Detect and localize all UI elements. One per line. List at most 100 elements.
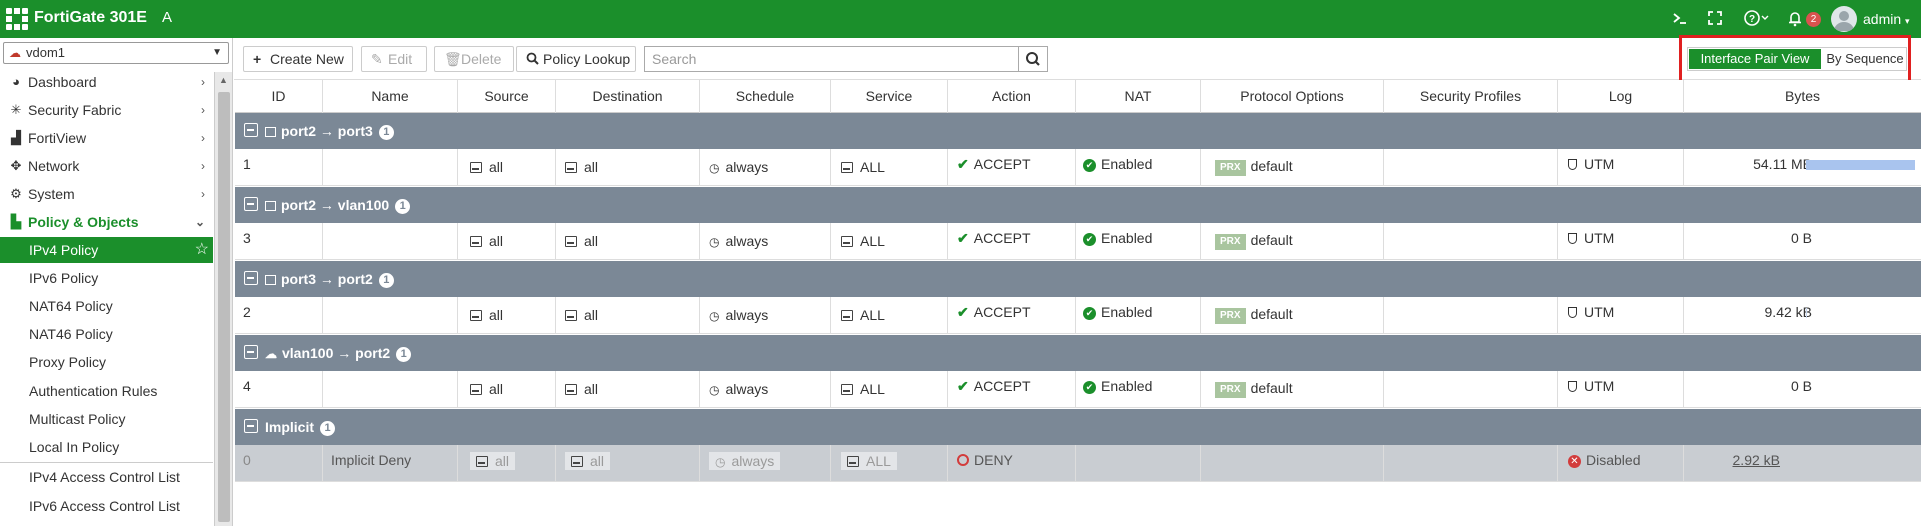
sidebar-item-label: Policy & Objects (28, 214, 139, 230)
cell-destination: all (590, 453, 605, 469)
protocol-options-object[interactable]: PRX default (1215, 232, 1293, 250)
cell-source: all (489, 233, 504, 249)
address-object[interactable]: all (470, 307, 503, 323)
sidebar-item-ipv6-policy[interactable]: IPv6 Policy (0, 265, 213, 291)
vdom-selector[interactable]: ☁ vdom1 ▼ (3, 42, 229, 64)
sidebar-item-ipv4-policy[interactable]: IPv4 Policy ☆ (0, 237, 213, 263)
service-object[interactable]: ALL (841, 452, 897, 470)
schedule-object[interactable]: ◷ always (709, 307, 768, 323)
address-object[interactable]: all (565, 233, 598, 249)
schedule-object[interactable]: ◷ always (709, 381, 768, 397)
cli-console-icon[interactable] (1671, 9, 1689, 29)
collapse-icon[interactable] (244, 123, 258, 137)
delete-button[interactable]: 🗑 Delete (434, 46, 514, 72)
policy-row[interactable]: 4 all all ◷ always ALL ✔ ACCEPT ✔ Enabled PRX defau… (235, 371, 1921, 408)
edit-button[interactable]: ✎ Edit (361, 46, 427, 72)
implicit-deny-row[interactable]: 0 Implicit Deny all all ◷ always ALL DENY ✕ Disab… (235, 445, 1921, 482)
search-button[interactable] (1018, 46, 1048, 72)
schedule-object[interactable]: ◷ always (709, 159, 768, 175)
log-value: UTM (1568, 304, 1614, 320)
header-id[interactable]: ID (235, 80, 323, 113)
header-security-profiles[interactable]: Security Profiles (1384, 80, 1558, 113)
protocol-options-object[interactable]: PRX default (1215, 380, 1293, 398)
check-circle-icon: ✔ (1083, 233, 1096, 246)
device-model: FortiGate 301E (34, 9, 147, 26)
header-service[interactable]: Service (831, 80, 948, 113)
sidebar-item-fortiview[interactable]: ▟ FortiView › (0, 125, 213, 151)
policy-row[interactable]: 3 all all ◷ always ALL ✔ ACCEPT ✔ Enabled PRX defau… (235, 223, 1921, 260)
scroll-up-icon[interactable]: ▲ (219, 75, 228, 85)
sidebar-item-dashboard[interactable]: ◕ Dashboard › (0, 69, 213, 95)
collapse-icon[interactable] (244, 197, 258, 211)
policy-row[interactable]: 1 all all ◷ always ALL ✔ ACCEPT ✔ Enabled PRX defau… (235, 149, 1921, 186)
log-value: UTM (1568, 156, 1614, 172)
sidebar-item-network[interactable]: ✥ Network › (0, 153, 213, 179)
create-new-button[interactable]: + Create New (243, 46, 353, 72)
schedule-object[interactable]: ◷ always (709, 452, 781, 470)
search-input[interactable]: Search (644, 46, 1019, 72)
sidebar-item-multicast-policy[interactable]: Multicast Policy (0, 406, 213, 432)
header-protocol-options[interactable]: Protocol Options (1201, 80, 1384, 113)
address-object[interactable]: all (470, 452, 516, 470)
interface-pair-group-row[interactable]: port2 → port3 1 (235, 113, 1921, 149)
check-icon: ✔ (957, 230, 969, 246)
address-object[interactable]: all (470, 233, 503, 249)
header-action[interactable]: Action (948, 80, 1076, 113)
interface-pair-group-row[interactable]: Implicit 1 (235, 409, 1921, 445)
user-avatar-icon[interactable] (1831, 6, 1857, 32)
sidebar-item-system[interactable]: ⚙ System › (0, 181, 213, 207)
cell-service: ALL (866, 453, 891, 469)
address-object[interactable]: all (565, 159, 598, 175)
collapse-icon[interactable] (244, 419, 258, 433)
service-object[interactable]: ALL (841, 307, 885, 323)
header-log[interactable]: Log (1558, 80, 1684, 113)
sidebar-item-security-fabric[interactable]: ✳ Security Fabric › (0, 97, 213, 123)
sidebar-item-policy-objects[interactable]: ▙ Policy & Objects ⌄ (0, 209, 213, 235)
header-source[interactable]: Source (458, 80, 556, 113)
help-icon[interactable]: ? (1743, 9, 1769, 29)
star-icon[interactable]: ☆ (195, 237, 209, 263)
sidebar-item-nat46-policy[interactable]: NAT46 Policy (0, 321, 213, 347)
sidebar-item-nat64-policy[interactable]: NAT64 Policy (0, 293, 213, 319)
address-object[interactable]: all (565, 307, 598, 323)
policy-lookup-button[interactable]: Policy Lookup (516, 46, 636, 72)
header-schedule[interactable]: Schedule (700, 80, 831, 113)
service-object[interactable]: ALL (841, 159, 885, 175)
interface-pair-group-row[interactable]: port2 → vlan100 1 (235, 187, 1921, 223)
header-nat[interactable]: NAT (1076, 80, 1201, 113)
notification-bell-icon[interactable] (1786, 9, 1804, 29)
sidebar-item-proxy-policy[interactable]: Proxy Policy (0, 349, 213, 375)
scrollbar-thumb[interactable] (218, 92, 230, 522)
cell: Implicit Deny (323, 445, 458, 481)
bytes-usage-bar (1806, 308, 1807, 318)
user-menu[interactable]: admin ▾ (1863, 11, 1910, 27)
protocol-options-object[interactable]: PRX default (1215, 306, 1293, 324)
interface-pair-group-row[interactable]: ☁ vlan100 → port2 1 (235, 335, 1921, 371)
protocol-options-object[interactable]: PRX default (1215, 158, 1293, 176)
cell-source: all (489, 307, 504, 323)
address-object[interactable]: all (470, 381, 503, 397)
sidebar-item-label: FortiView (28, 130, 87, 146)
address-object[interactable]: all (470, 159, 503, 175)
sidebar-item-authentication-rules[interactable]: Authentication Rules (0, 378, 213, 404)
collapse-icon[interactable] (244, 345, 258, 359)
sidebar-item-label: Proxy Policy (29, 354, 107, 370)
fullscreen-icon[interactable] (1706, 9, 1724, 29)
sidebar-scrollbar[interactable]: ▲ (214, 72, 232, 526)
header-name[interactable]: Name (323, 80, 458, 113)
sidebar-item-local-in-policy[interactable]: Local In Policy (0, 434, 213, 460)
sidebar-item-ipv4-acl[interactable]: IPv4 Access Control List (0, 464, 213, 490)
cell-source: all (489, 381, 504, 397)
service-object[interactable]: ALL (841, 233, 885, 249)
header-destination[interactable]: Destination (556, 80, 700, 113)
address-object[interactable]: all (565, 452, 611, 470)
schedule-object[interactable]: ◷ always (709, 233, 768, 249)
interface-pair-group-row[interactable]: port3 → port2 1 (235, 261, 1921, 297)
sidebar-item-ipv6-acl[interactable]: IPv6 Access Control List (0, 493, 213, 519)
cell: 9.42 kB (1684, 297, 1921, 333)
service-object[interactable]: ALL (841, 381, 885, 397)
address-object[interactable]: all (565, 381, 598, 397)
collapse-icon[interactable] (244, 271, 258, 285)
policy-row[interactable]: 2 all all ◷ always ALL ✔ ACCEPT ✔ Enabled PRX defau… (235, 297, 1921, 334)
header-bytes[interactable]: Bytes (1684, 80, 1921, 113)
